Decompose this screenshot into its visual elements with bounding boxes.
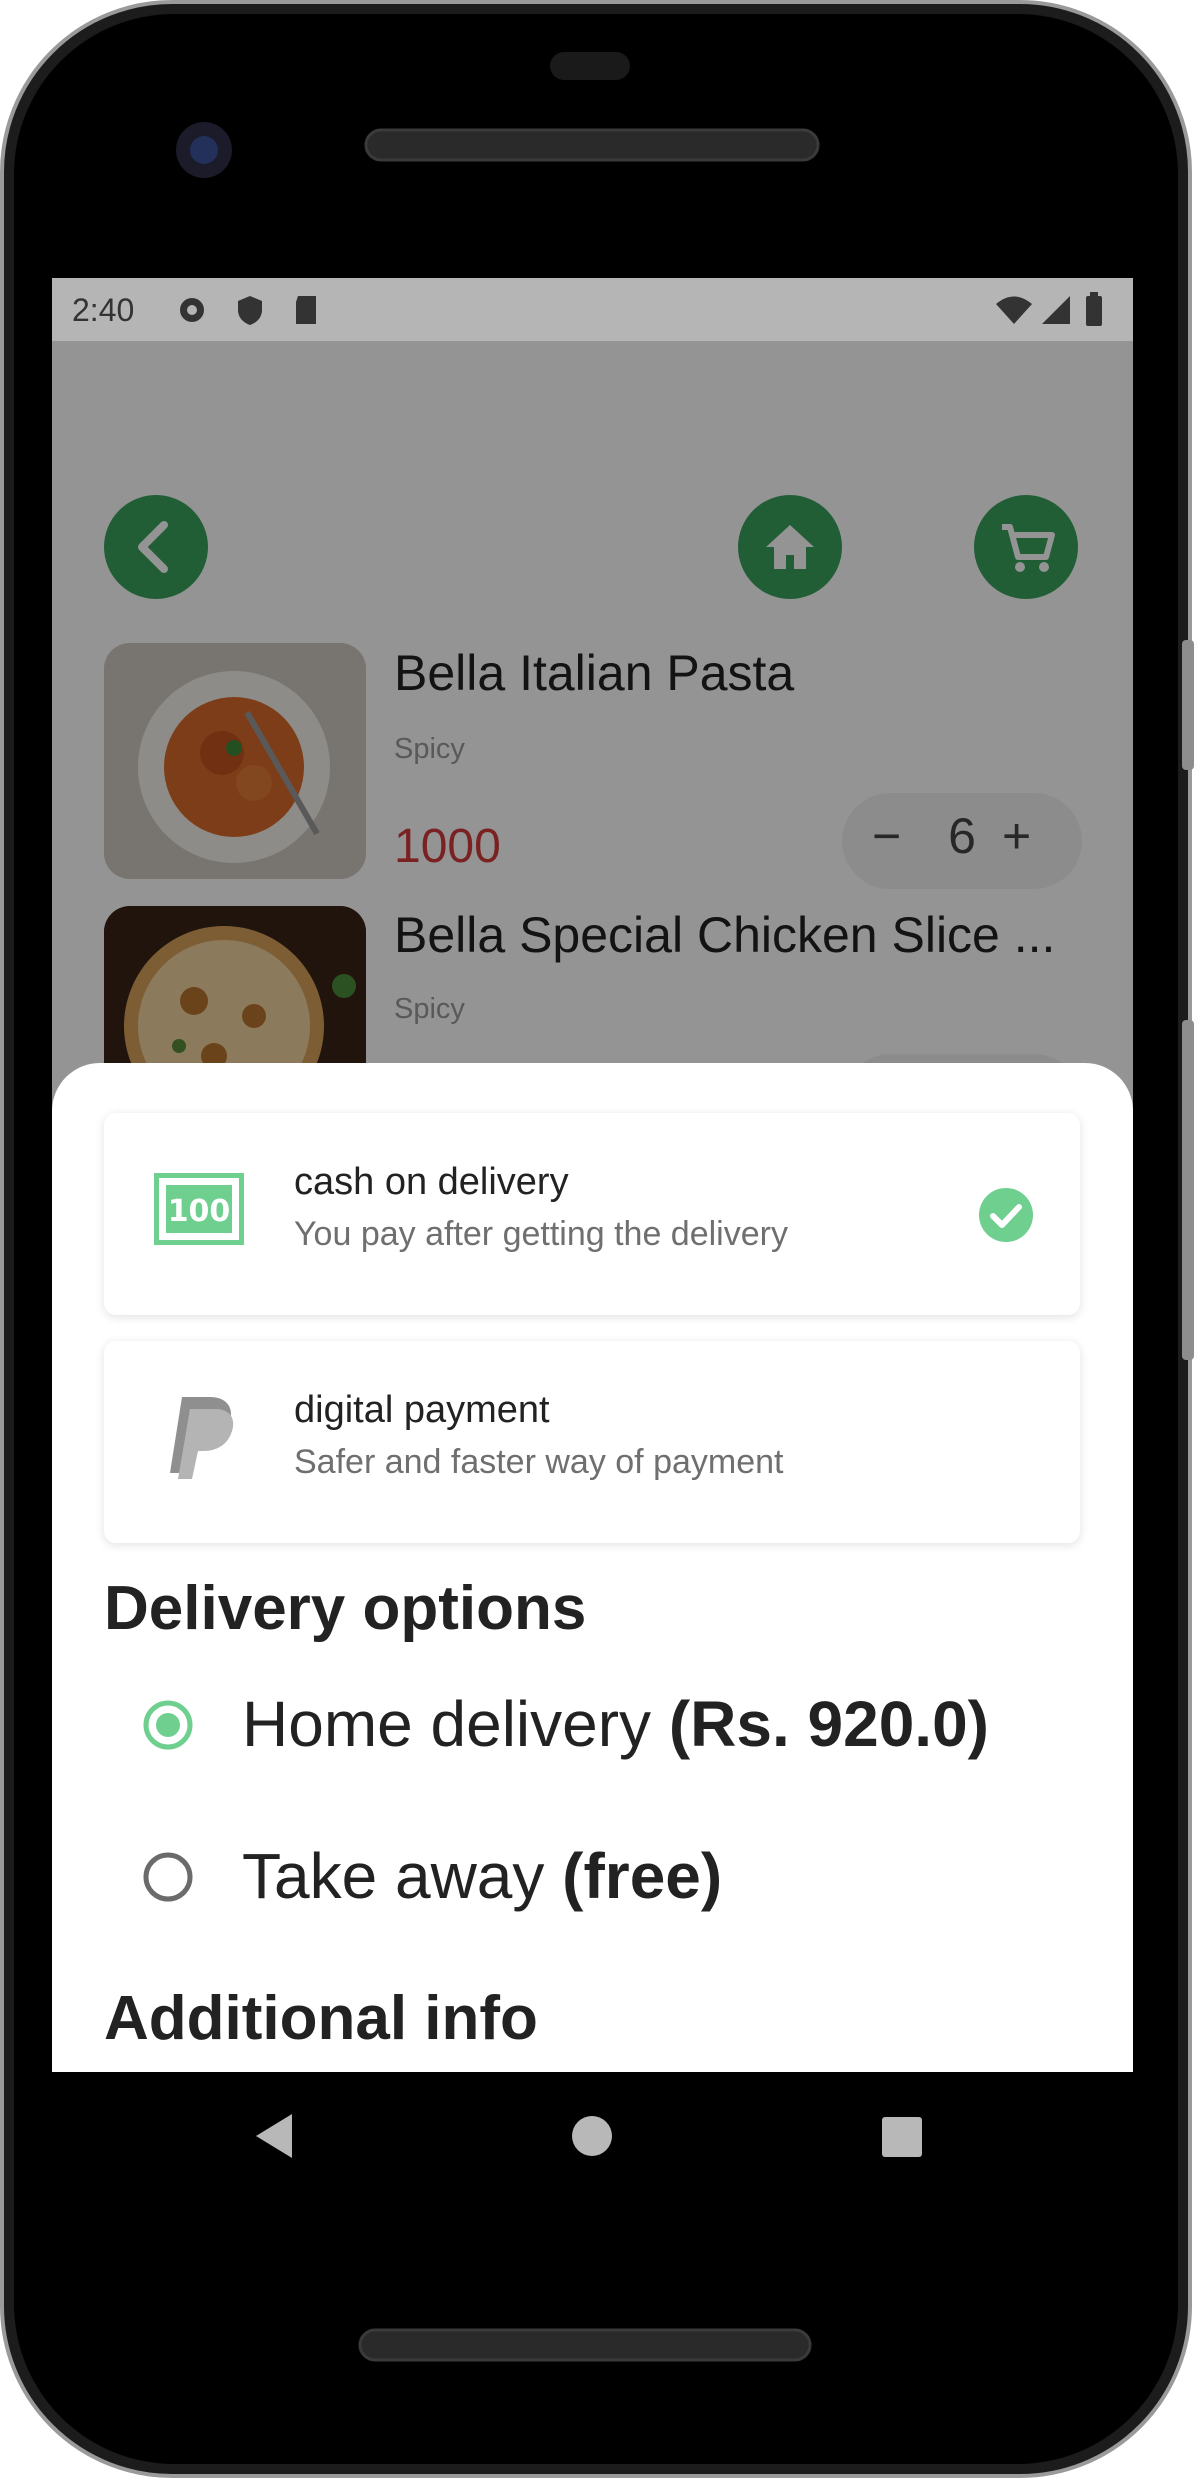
radio-selected-icon[interactable]	[142, 1699, 194, 1751]
back-nav-icon[interactable]	[256, 2114, 292, 2158]
payment-title: cash on delivery	[294, 1161, 569, 1203]
payment-subtitle: You pay after getting the delivery	[294, 1215, 788, 1253]
delivery-option-home[interactable]: Home delivery (Rs. 920.0)	[52, 1663, 1133, 1783]
status-bar: 2:40	[52, 278, 1133, 341]
recents-nav-icon[interactable]	[882, 2117, 922, 2157]
payment-bottom-sheet: 100 cash on delivery You pay after getti…	[52, 1063, 1133, 2072]
sd-card-icon	[296, 296, 316, 324]
phone-screen: Bella Italian Pasta Spicy 1000 − 6 + Bel…	[52, 278, 1133, 2072]
payment-title: digital payment	[294, 1389, 550, 1431]
home-nav-icon[interactable]	[572, 2116, 612, 2156]
payment-subtitle: Safer and faster way of payment	[294, 1443, 784, 1481]
navigation-bar	[256, 2114, 922, 2158]
shield-icon	[238, 296, 262, 325]
radio-unselected-icon[interactable]	[142, 1851, 194, 1903]
settings-icon	[180, 298, 204, 322]
payment-option-digital[interactable]: digital payment Safer and faster way of …	[104, 1341, 1080, 1543]
paypal-icon	[170, 1397, 234, 1479]
payment-option-cash[interactable]: 100 cash on delivery You pay after getti…	[104, 1113, 1080, 1315]
status-time: 2:40	[72, 292, 135, 328]
battery-icon	[1086, 292, 1102, 326]
svg-text:100: 100	[168, 1194, 231, 1229]
check-circle-icon	[979, 1188, 1033, 1242]
delivery-option-takeaway[interactable]: Take away (free)	[52, 1815, 1133, 1935]
additional-info-title: Additional info	[104, 1984, 538, 2053]
cash-icon: 100	[154, 1173, 244, 1245]
delivery-option-label: Take away (free)	[242, 1840, 723, 1912]
delivery-option-label: Home delivery (Rs. 920.0)	[242, 1688, 989, 1760]
delivery-options-title: Delivery options	[104, 1574, 587, 1643]
signal-icon	[1042, 296, 1070, 324]
wifi-icon	[996, 296, 1032, 324]
